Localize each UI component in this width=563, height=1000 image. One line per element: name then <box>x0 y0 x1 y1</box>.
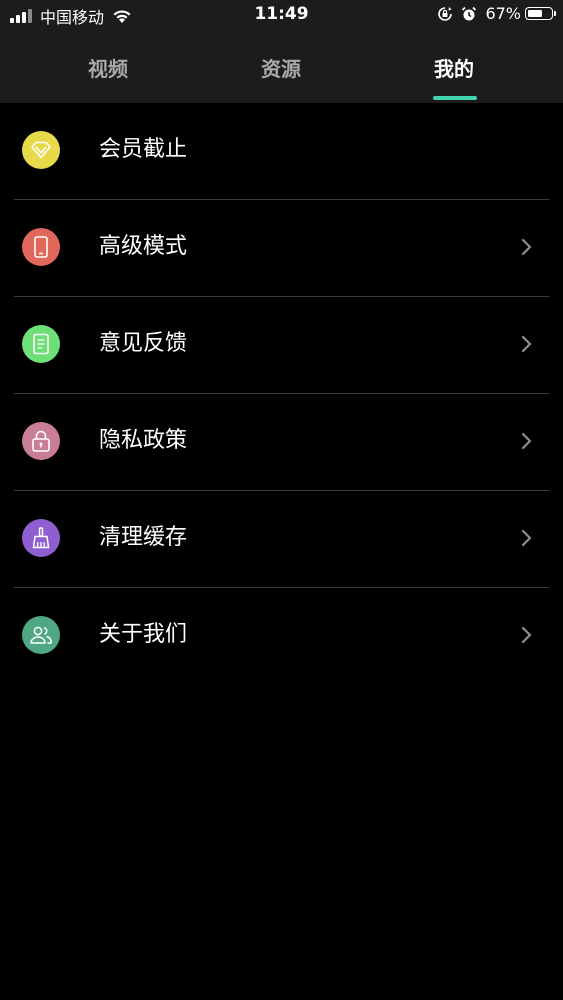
lock-icon <box>22 422 60 460</box>
menu-item-privacy-policy[interactable]: 隐私政策 <box>0 394 563 491</box>
menu-item-label: 隐私政策 <box>99 428 188 453</box>
menu-item-label: 关于我们 <box>99 622 188 647</box>
chevron-right-icon <box>521 529 532 547</box>
diamond-icon <box>22 131 60 169</box>
tab-resources[interactable]: 资源 <box>221 30 341 103</box>
settings-menu: 会员截止 高级模式 意见反馈 隐私政策 清理缓存 关于我们 <box>0 103 563 685</box>
menu-item-label: 高级模式 <box>99 234 188 259</box>
people-icon <box>22 616 60 654</box>
chevron-right-icon <box>521 626 532 644</box>
alarm-icon <box>461 6 477 22</box>
tab-video[interactable]: 视频 <box>48 30 168 103</box>
chevron-right-icon <box>521 238 532 256</box>
orientation-lock-icon <box>437 6 453 22</box>
menu-item-label: 清理缓存 <box>99 525 188 550</box>
menu-item-feedback[interactable]: 意见反馈 <box>0 297 563 394</box>
menu-item-membership[interactable]: 会员截止 <box>0 103 563 200</box>
document-icon <box>22 325 60 363</box>
menu-item-about-us[interactable]: 关于我们 <box>0 588 563 685</box>
battery-percentage: 67% <box>485 4 521 23</box>
status-bar-right: 67% <box>437 4 556 23</box>
menu-item-label: 会员截止 <box>99 137 188 162</box>
chevron-right-icon <box>521 335 532 353</box>
chevron-right-icon <box>521 432 532 450</box>
battery-icon <box>525 7 556 20</box>
top-tab-bar: 视频 资源 我的 <box>0 30 563 103</box>
active-tab-indicator <box>433 96 477 100</box>
tab-mine[interactable]: 我的 <box>394 30 514 103</box>
broom-icon <box>22 519 60 557</box>
status-bar: 中国移动 11:49 67% <box>0 0 563 30</box>
menu-item-clear-cache[interactable]: 清理缓存 <box>0 491 563 588</box>
phone-icon <box>22 228 60 266</box>
menu-item-advanced-mode[interactable]: 高级模式 <box>0 200 563 297</box>
menu-item-label: 意见反馈 <box>99 331 188 356</box>
